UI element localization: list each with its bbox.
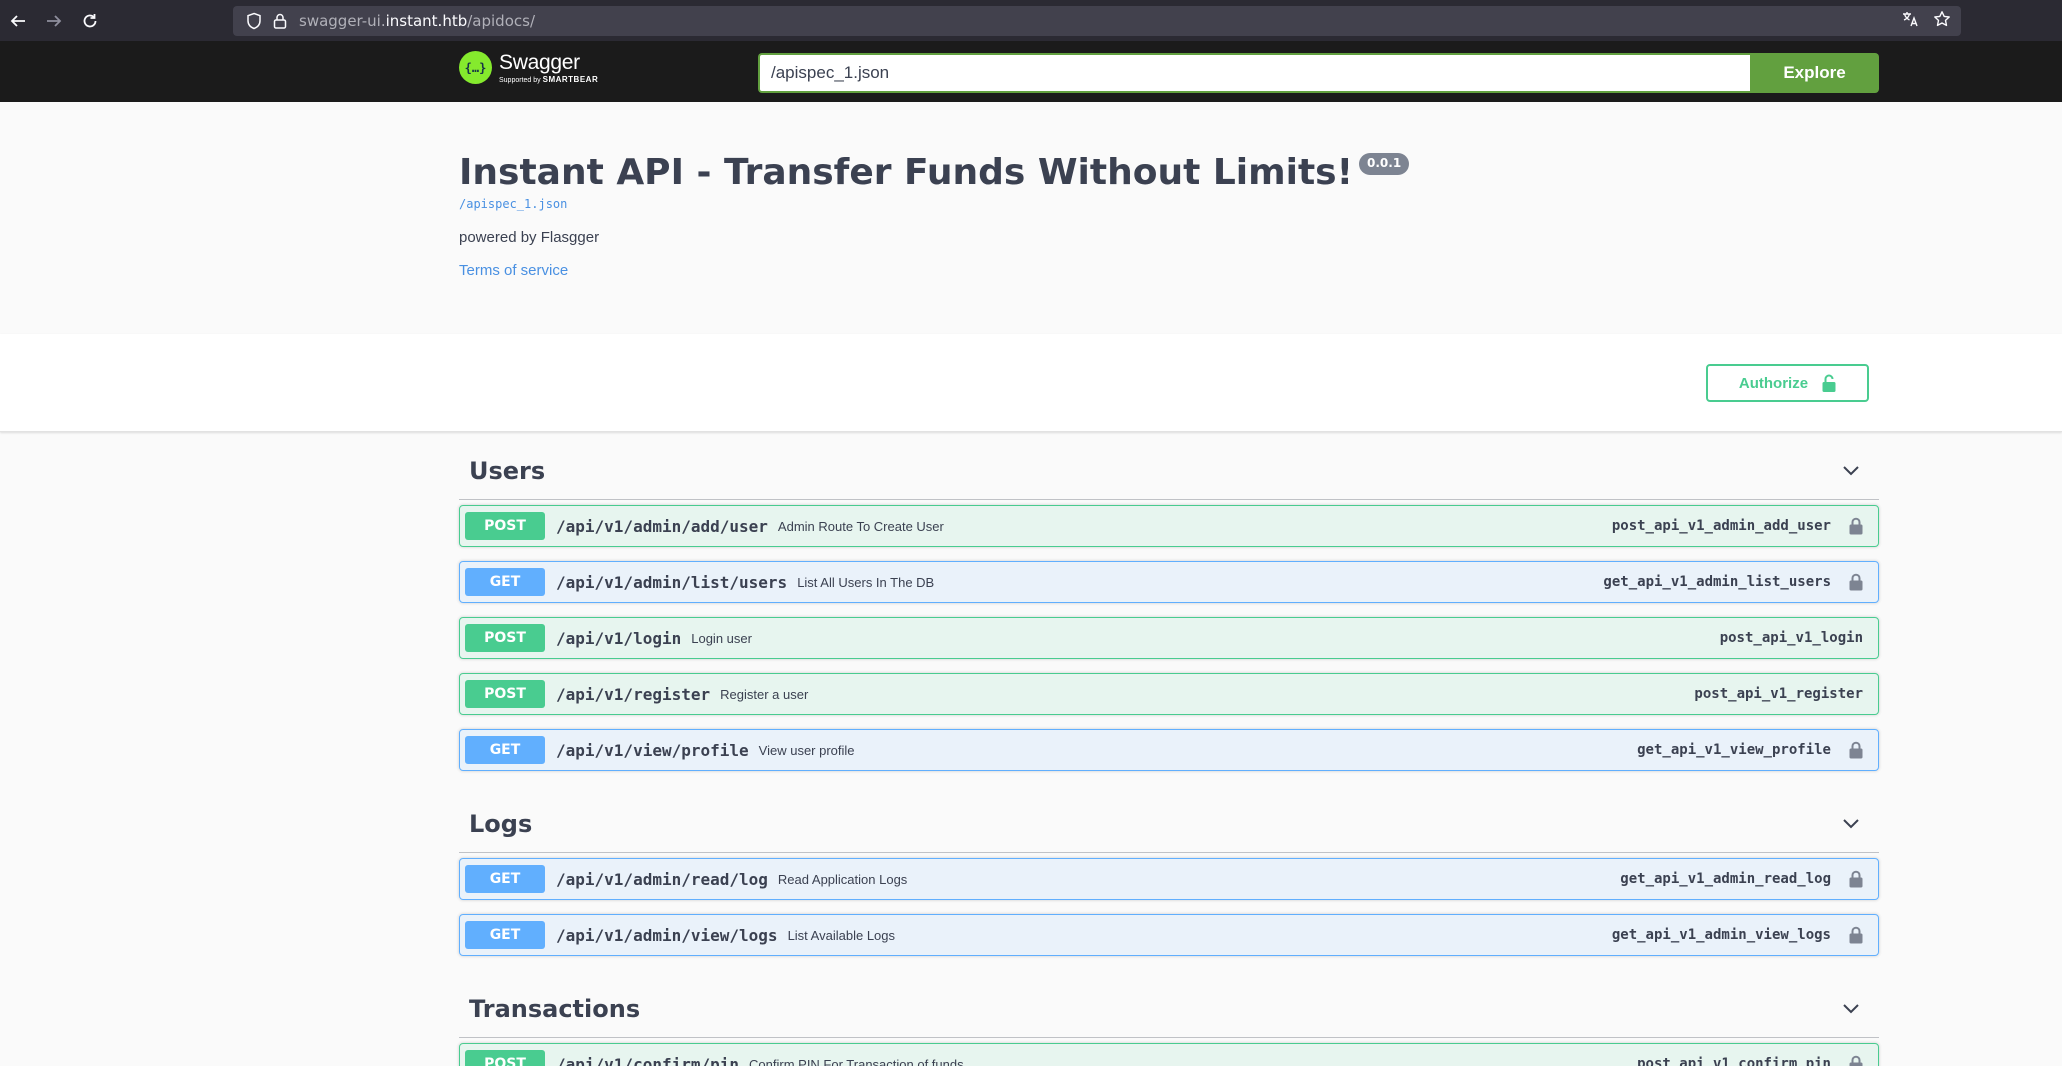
method-badge: GET [465, 736, 545, 764]
method-badge: GET [465, 865, 545, 893]
unlocked-padlock-icon [1822, 374, 1836, 392]
operation-id: get_api_v1_admin_list_users [1603, 574, 1831, 590]
version-badge: 0.0.1 [1359, 153, 1410, 175]
operation-post-api-v1-register[interactable]: POST/api/v1/register Register a user post_… [459, 673, 1879, 715]
operation-post-api-v1-confirm-pin[interactable]: POST/api/v1/confirm/pin Confirm PIN For T… [459, 1043, 1879, 1066]
operation-path: /api/v1/view/profile [556, 740, 749, 760]
scheme-container: Authorize [0, 334, 2062, 432]
operation-summary: Admin Route To Create User [777, 518, 944, 534]
tag-name: Transactions [469, 994, 641, 1023]
tag-name: Users [469, 456, 546, 485]
operation-summary: List Available Logs [787, 927, 896, 943]
tag-section-users: Users POST/api/v1/admin/add/user Admin Rou… [459, 432, 1879, 771]
reload-icon[interactable] [72, 0, 108, 41]
tag-name: Logs [469, 809, 533, 838]
logo-title: Swagger [499, 50, 580, 74]
operation-id: get_api_v1_admin_read_log [1620, 871, 1831, 887]
chevron-down-icon[interactable] [1841, 460, 1861, 480]
address-bar[interactable]: swagger-ui.instant.htb/apidocs/ [233, 6, 1961, 36]
lock-icon[interactable] [1849, 926, 1863, 944]
swagger-topbar: {…} Swagger Supported by SMARTBEAR /apis… [0, 41, 2062, 102]
operation-path: /api/v1/login [556, 628, 682, 648]
lock-icon[interactable] [273, 13, 287, 29]
operation-summary: Read Application Logs [777, 871, 908, 887]
logo-subtitle: Supported by SMARTBEAR [499, 74, 599, 84]
back-icon[interactable] [0, 0, 36, 41]
browser-toolbar: swagger-ui.instant.htb/apidocs/ [0, 0, 2062, 41]
lock-icon[interactable] [1849, 573, 1863, 591]
api-description: powered by Flasgger [459, 229, 600, 246]
chevron-down-icon[interactable] [1841, 998, 1861, 1018]
operation-id: post_api_v1_confirm_pin [1637, 1056, 1831, 1066]
operation-path: /api/v1/admin/list/users [556, 572, 788, 592]
chevron-down-icon[interactable] [1841, 813, 1861, 833]
operation-summary: View user profile [758, 742, 855, 758]
swagger-logo-icon: {…} [459, 51, 492, 84]
operation-summary: Confirm PIN For Transaction of funds [749, 1056, 964, 1066]
operation-path: /api/v1/admin/read/log [556, 869, 768, 889]
operation-id: get_api_v1_view_profile [1637, 742, 1831, 758]
terms-of-service-link[interactable]: Terms of service [459, 262, 1879, 279]
lock-icon[interactable] [1849, 870, 1863, 888]
operation-path: /api/v1/admin/view/logs [556, 925, 778, 945]
method-badge: POST [465, 1050, 545, 1066]
authorize-button[interactable]: Authorize [1706, 364, 1869, 402]
operation-get-api-v1-admin-view-logs[interactable]: GET/api/v1/admin/view/logs List Available… [459, 914, 1879, 956]
operation-post-api-v1-admin-add-user[interactable]: POST/api/v1/admin/add/user Admin Route To… [459, 505, 1879, 547]
operation-summary: List All Users In The DB [797, 574, 935, 590]
tag-section-logs: Logs GET/api/v1/admin/read/log Read Applic… [459, 785, 1879, 956]
tag-header-transactions[interactable]: Transactions [459, 970, 1879, 1038]
operation-post-api-v1-login[interactable]: POST/api/v1/login Login user post_api_v1_l… [459, 617, 1879, 659]
operation-get-api-v1-admin-list-users[interactable]: GET/api/v1/admin/list/users List All User… [459, 561, 1879, 603]
method-badge: POST [465, 512, 545, 540]
operation-id: post_api_v1_register [1694, 686, 1863, 702]
spec-link[interactable]: /apispec_1.json [459, 197, 1879, 211]
tag-header-logs[interactable]: Logs [459, 785, 1879, 853]
method-badge: GET [465, 568, 545, 596]
translate-icon[interactable] [1901, 10, 1919, 33]
lock-icon[interactable] [1849, 517, 1863, 535]
method-badge: POST [465, 680, 545, 708]
operation-get-api-v1-view-profile[interactable]: GET/api/v1/view/profile View user profile… [459, 729, 1879, 771]
operation-path: /api/v1/confirm/pin [556, 1054, 740, 1066]
operation-path: /api/v1/register [556, 684, 711, 704]
url-text: swagger-ui.instant.htb/apidocs/ [299, 12, 535, 30]
spec-url-input[interactable]: /apispec_1.json [758, 53, 1751, 93]
lock-icon[interactable] [1849, 741, 1863, 759]
operation-id: post_api_v1_login [1719, 630, 1863, 646]
operation-id: get_api_v1_admin_view_logs [1611, 927, 1831, 943]
method-badge: POST [465, 624, 545, 652]
swagger-logo[interactable]: {…} Swagger Supported by SMARTBEAR [459, 51, 598, 84]
tag-section-transactions: Transactions POST/api/v1/confirm/pin Confi… [459, 970, 1879, 1066]
page-title: Instant API - Transfer Funds Without Lim… [459, 152, 1354, 193]
operation-id: post_api_v1_admin_add_user [1611, 518, 1831, 534]
lock-icon[interactable] [1849, 1055, 1863, 1066]
method-badge: GET [465, 921, 545, 949]
api-info: Instant API - Transfer Funds Without Lim… [459, 150, 1879, 279]
authorize-label: Authorize [1738, 374, 1809, 392]
shield-icon[interactable] [245, 12, 263, 30]
bookmark-star-icon[interactable] [1933, 10, 1951, 33]
explore-button[interactable]: Explore [1750, 53, 1879, 93]
operation-summary: Register a user [720, 686, 809, 702]
forward-icon[interactable] [36, 0, 72, 41]
tag-header-users[interactable]: Users [459, 432, 1879, 500]
operation-get-api-v1-admin-read-log[interactable]: GET/api/v1/admin/read/log Read Applicatio… [459, 858, 1879, 900]
operations-list: Users POST/api/v1/admin/add/user Admin Rou… [459, 432, 1879, 1066]
operation-path: /api/v1/admin/add/user [556, 516, 768, 536]
operation-summary: Login user [691, 630, 752, 646]
